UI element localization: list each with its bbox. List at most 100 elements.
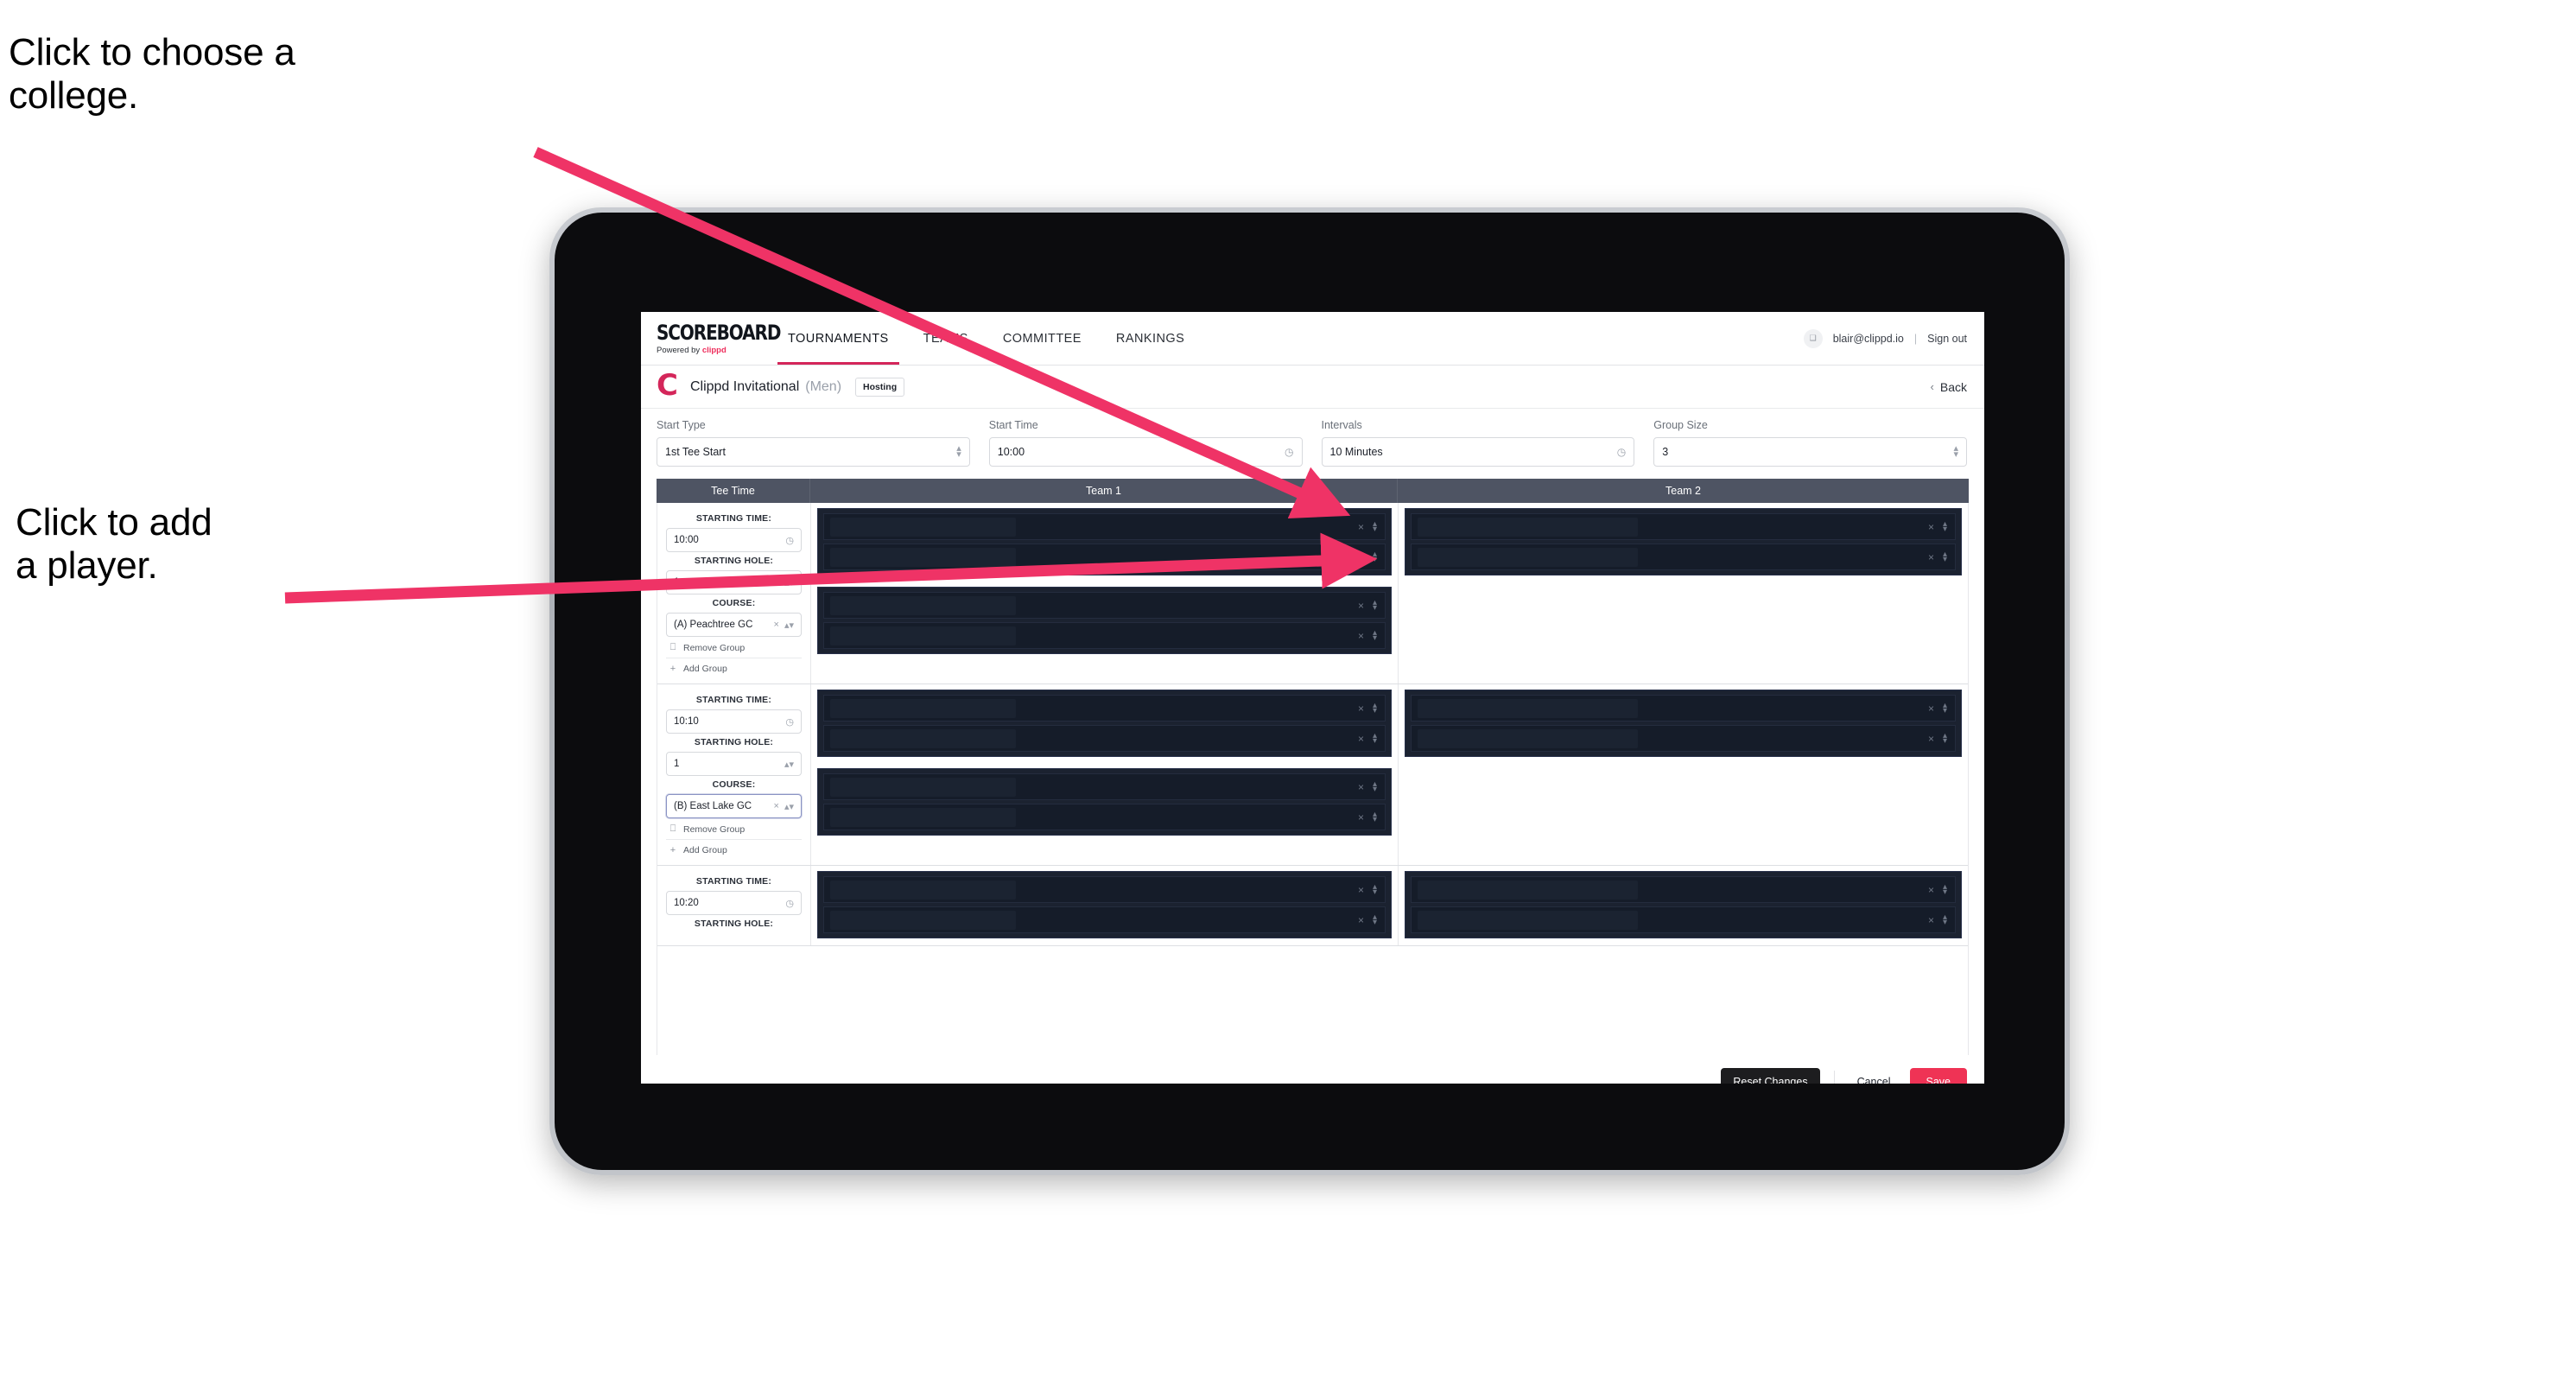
clear-course-icon[interactable]: ×: [774, 801, 779, 811]
player-slot-row[interactable]: × ▴ ▾: [1411, 725, 1956, 752]
remove-group-button[interactable]: ⎕ Remove Group: [666, 637, 802, 658]
redacted-player-name: [830, 518, 1016, 537]
label-starting-hole: STARTING HOLE:: [694, 737, 774, 747]
player-slot-row[interactable]: × ▴ ▾: [823, 622, 1386, 649]
player-slot-row[interactable]: × ▴ ▾: [823, 544, 1386, 570]
clock-icon[interactable]: ◷: [785, 716, 794, 728]
clear-player-icon[interactable]: ×: [1358, 600, 1364, 612]
course-select[interactable]: (A) Peachtree GC × ▴▾: [666, 613, 802, 637]
player-slot-row[interactable]: × ▴ ▾: [823, 695, 1386, 722]
start-time-input[interactable]: 10:00 ◷: [988, 437, 1303, 467]
group-size-select[interactable]: 3 ▴ ▾: [1653, 437, 1967, 467]
chevron-updown-icon[interactable]: ▴▾: [1943, 519, 1947, 533]
player-row-actions: × ▴ ▾: [1358, 731, 1377, 745]
chevron-updown-icon[interactable]: ▴▾: [1373, 550, 1377, 563]
cancel-button[interactable]: Cancel: [1849, 1068, 1900, 1084]
redacted-player-name: [1418, 729, 1638, 748]
starting-hole-input[interactable]: 1 ▴▾: [666, 570, 802, 594]
chevron-updown-icon[interactable]: ▴▾: [1943, 701, 1947, 715]
player-slot-row[interactable]: × ▴ ▾: [823, 804, 1386, 830]
label-intervals: Intervals: [1321, 419, 1362, 431]
add-group-button[interactable]: + Add Group: [666, 658, 802, 678]
nav-item-tournaments[interactable]: TOURNAMENTS: [771, 312, 906, 365]
remove-group-label: Remove Group: [683, 642, 746, 653]
starting-hole-input[interactable]: 1 ▴▾: [666, 752, 802, 776]
player-slot-row[interactable]: × ▴ ▾: [823, 725, 1386, 752]
clear-player-icon[interactable]: ×: [1358, 521, 1364, 533]
nav-item-rankings[interactable]: RANKINGS: [1099, 312, 1202, 365]
clock-icon-2[interactable]: ◷: [1617, 446, 1626, 458]
clear-player-icon[interactable]: ×: [1358, 781, 1364, 793]
save-button[interactable]: Save: [1909, 1068, 1967, 1084]
clear-player-icon[interactable]: ×: [1358, 811, 1364, 823]
chevron-updown-icon[interactable]: ▴▾: [1373, 882, 1377, 896]
chevron-updown-icon-2[interactable]: ▴ ▾: [1953, 444, 1958, 460]
add-group-button[interactable]: + Add Group: [666, 839, 802, 860]
clear-player-icon[interactable]: ×: [1928, 703, 1934, 715]
redacted-player-name: [1418, 518, 1638, 537]
clear-player-icon[interactable]: ×: [1928, 551, 1934, 563]
avatar[interactable]: ❑: [1803, 328, 1823, 348]
starting-time-input[interactable]: 10:20 ◷: [666, 891, 802, 915]
chevron-updown-icon[interactable]: ▴▾: [1943, 550, 1947, 563]
scoreboard-logo[interactable]: SCOREBOARD Powered by clippd: [657, 322, 781, 355]
nav-links: TOURNAMENTS TEAMS COMMITTEE RANKINGS: [771, 312, 1202, 365]
player-slot-row[interactable]: × ▴ ▾: [823, 592, 1386, 619]
chevron-updown-icon[interactable]: ▴▾: [1373, 731, 1377, 745]
sign-out-link[interactable]: Sign out: [1927, 333, 1967, 345]
table-header-row: Tee Time Team 1 Team 2: [657, 479, 1969, 503]
player-slot-row[interactable]: × ▴ ▾: [823, 513, 1386, 540]
chevron-updown-icon[interactable]: ▴▾: [956, 444, 961, 460]
player-slot-row[interactable]: × ▴ ▾: [1411, 544, 1956, 570]
reset-changes-button[interactable]: Reset Changes: [1721, 1068, 1820, 1084]
chevron-updown-icon[interactable]: ▴▾: [784, 620, 794, 631]
chevron-updown-icon[interactable]: ▴▾: [1373, 912, 1377, 926]
chevron-updown-icon[interactable]: ▴▾: [1373, 628, 1377, 642]
player-slot-row[interactable]: × ▴ ▾: [1411, 695, 1956, 722]
clock-icon[interactable]: ◷: [785, 898, 794, 909]
clear-player-icon[interactable]: ×: [1928, 884, 1934, 896]
player-slot-row[interactable]: × ▴ ▾: [823, 906, 1386, 933]
chevron-updown-icon[interactable]: ▴▾: [784, 801, 794, 812]
chevron-updown-icon[interactable]: ▴▾: [1943, 882, 1947, 896]
chevron-updown-icon[interactable]: ▴▾: [1943, 912, 1947, 926]
player-slot-row[interactable]: × ▴ ▾: [1411, 906, 1956, 933]
starting-time-input[interactable]: 10:00 ◷: [666, 528, 802, 552]
clear-player-icon[interactable]: ×: [1928, 733, 1934, 745]
clear-player-icon[interactable]: ×: [1928, 914, 1934, 926]
clock-icon[interactable]: ◷: [1285, 446, 1293, 458]
chevron-updown-icon[interactable]: ▴▾: [784, 577, 794, 588]
player-row-actions: × ▴ ▾: [1358, 810, 1377, 823]
intervals-input[interactable]: 10 Minutes ◷: [1321, 437, 1635, 467]
field-group-size: Group Size 3 ▴ ▾: [1653, 419, 1967, 467]
chevron-updown-icon[interactable]: ▴▾: [1373, 598, 1377, 612]
player-slot-row[interactable]: × ▴ ▾: [823, 773, 1386, 800]
player-slot-row[interactable]: × ▴ ▾: [1411, 876, 1956, 903]
chevron-updown-icon[interactable]: ▴▾: [1373, 810, 1377, 823]
course-actions: × ▴▾: [774, 801, 794, 812]
remove-group-button[interactable]: ⎕ Remove Group: [666, 818, 802, 839]
clear-player-icon[interactable]: ×: [1358, 703, 1364, 715]
clear-player-icon[interactable]: ×: [1358, 551, 1364, 563]
starting-time-input[interactable]: 10:10 ◷: [666, 709, 802, 734]
chevron-updown-icon[interactable]: ▴▾: [1373, 519, 1377, 533]
chevron-updown-icon[interactable]: ▴▾: [1943, 731, 1947, 745]
player-slot-row[interactable]: × ▴ ▾: [823, 876, 1386, 903]
clear-player-icon[interactable]: ×: [1358, 914, 1364, 926]
chevron-updown-icon[interactable]: ▴▾: [1373, 779, 1377, 793]
course-select[interactable]: (B) East Lake GC × ▴▾: [666, 794, 802, 818]
clear-player-icon[interactable]: ×: [1358, 630, 1364, 642]
nav-item-teams[interactable]: TEAMS: [906, 312, 986, 365]
chevron-updown-icon[interactable]: ▴▾: [784, 759, 794, 770]
clear-player-icon[interactable]: ×: [1358, 733, 1364, 745]
start-type-select[interactable]: 1st Tee Start ▴ ▾: [657, 437, 970, 467]
clear-player-icon[interactable]: ×: [1928, 521, 1934, 533]
back-button[interactable]: ‹ Back: [1931, 380, 1967, 394]
clear-course-icon[interactable]: ×: [774, 620, 779, 630]
label-start-type: Start Type: [657, 419, 706, 431]
chevron-updown-icon[interactable]: ▴▾: [1373, 701, 1377, 715]
clock-icon[interactable]: ◷: [785, 535, 794, 546]
player-slot-row[interactable]: × ▴ ▾: [1411, 513, 1956, 540]
clear-player-icon[interactable]: ×: [1358, 884, 1364, 896]
nav-item-committee[interactable]: COMMITTEE: [986, 312, 1099, 365]
